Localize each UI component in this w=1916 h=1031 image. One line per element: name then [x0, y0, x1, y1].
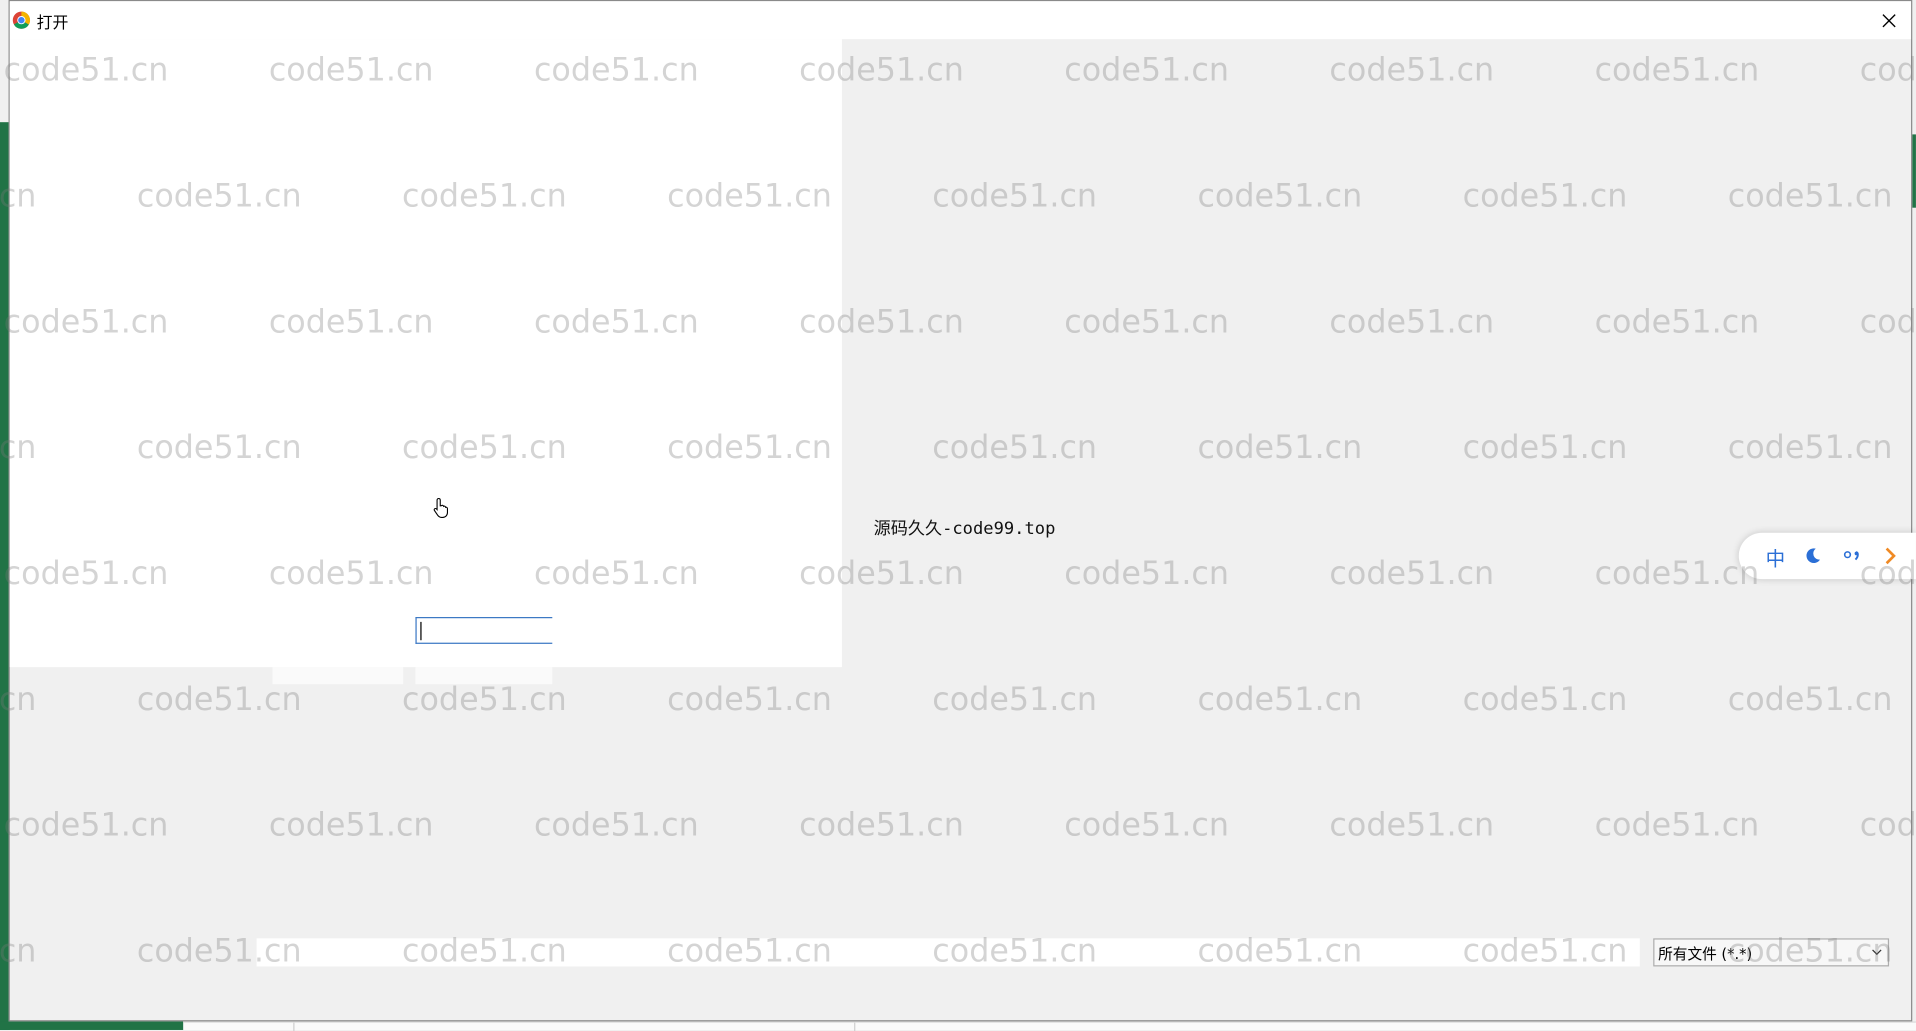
- navigation-pane[interactable]: [9, 39, 842, 668]
- close-icon: [1882, 13, 1896, 27]
- text-caret: [420, 621, 422, 641]
- chrome-icon: [12, 11, 30, 29]
- stage: 打开 源码久久-code99.top 所有文件 (*.*) 中 code51.c…: [0, 0, 1916, 1031]
- dialog-title: 打开: [36, 14, 69, 33]
- file-type-selected: 所有文件 (*.*): [1658, 945, 1753, 963]
- pane-tab[interactable]: [272, 667, 404, 685]
- file-name-input[interactable]: [256, 938, 1640, 967]
- background-active-sheet-tab: [0, 1021, 184, 1030]
- rename-input[interactable]: [415, 617, 553, 644]
- chevron-down-icon: [1872, 949, 1882, 956]
- center-text: 源码久久-code99.top: [873, 519, 1056, 539]
- pane-tab[interactable]: [415, 667, 553, 685]
- open-file-dialog: 打开 源码久久-code99.top 所有文件 (*.*): [8, 0, 1913, 1022]
- ime-mode-button[interactable]: 中: [1766, 542, 1786, 571]
- hand-pointer-icon: [433, 497, 449, 518]
- close-button[interactable]: [1867, 1, 1911, 39]
- chevron-right-icon[interactable]: [1883, 546, 1898, 566]
- background-sheet-tabs: [183, 1021, 1916, 1031]
- title-bar: 打开: [9, 1, 1912, 40]
- moon-icon[interactable]: [1805, 546, 1822, 566]
- ime-toolbar: 中: [1738, 532, 1916, 580]
- file-type-select[interactable]: 所有文件 (*.*): [1653, 938, 1890, 967]
- punctuation-icon[interactable]: [1843, 549, 1865, 564]
